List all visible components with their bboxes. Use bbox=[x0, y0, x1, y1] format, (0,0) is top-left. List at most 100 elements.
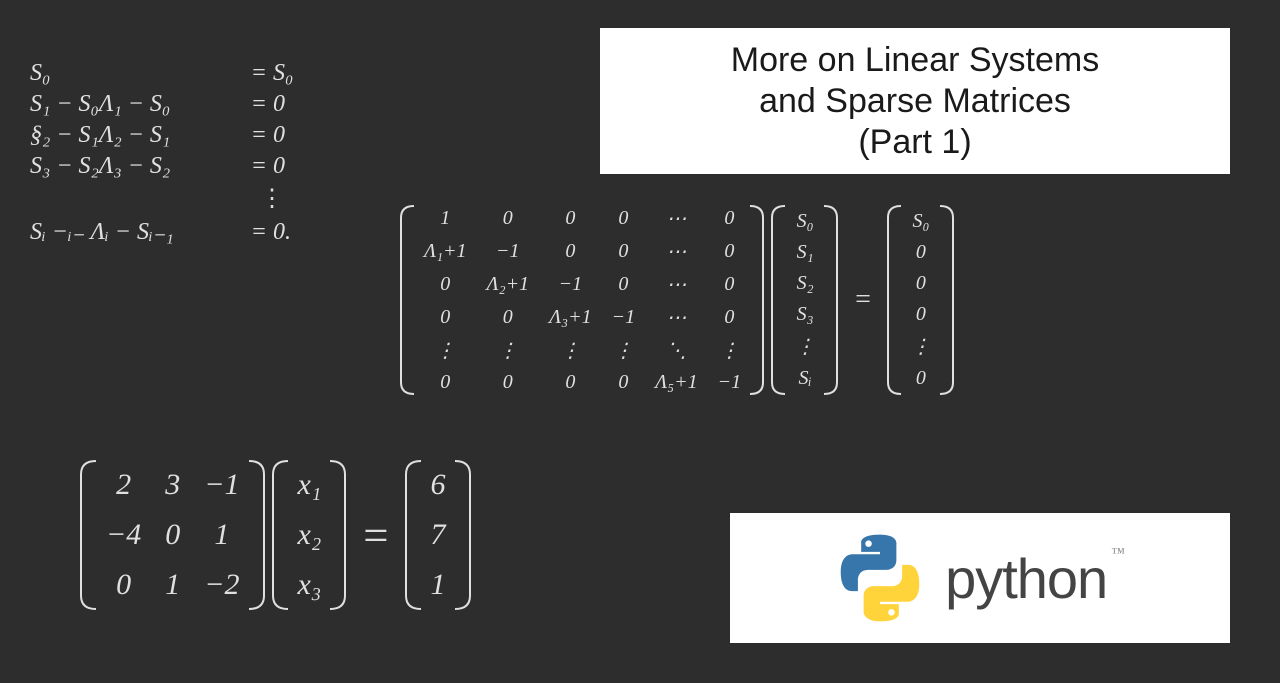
matrix-cell: S₀ bbox=[797, 210, 814, 233]
matrix-cell: x₁ bbox=[298, 468, 322, 502]
matrix: 671 bbox=[405, 460, 472, 610]
matrix-cell: 1 bbox=[431, 568, 446, 602]
matrix-cell: 2 bbox=[116, 468, 131, 502]
title-line-2: and Sparse Matrices bbox=[620, 81, 1210, 122]
equation-rhs: 0. bbox=[273, 219, 291, 246]
equation-row: S₀=S₀ bbox=[30, 60, 293, 87]
equals-sign: = bbox=[245, 122, 273, 149]
title-line-3: (Part 1) bbox=[620, 122, 1210, 163]
matrix-cell: −1 bbox=[496, 240, 520, 263]
matrix-cell: 0 bbox=[440, 306, 450, 329]
equation-lhs: S₀ bbox=[30, 60, 245, 87]
matrix-cell: 0 bbox=[440, 371, 450, 394]
matrix-cell: 0 bbox=[916, 241, 926, 264]
small-matrix-equation: 23−1−40101−2x₁x₂x₃=671 bbox=[80, 460, 472, 610]
matrix-cell: −1 bbox=[612, 306, 636, 329]
matrix-cell: −2 bbox=[204, 568, 239, 602]
matrix-body: S₀S₁S₂S₃⋮Sᵢ bbox=[787, 204, 823, 396]
matrix-cell: 1 bbox=[214, 518, 229, 552]
equation-rhs: 0 bbox=[273, 91, 285, 118]
matrix-cell: 0 bbox=[618, 207, 628, 230]
right-paren bbox=[329, 460, 347, 610]
matrix-cell: 7 bbox=[431, 518, 446, 552]
matrix-cell: ⋮ bbox=[560, 338, 580, 363]
python-logo-icon bbox=[835, 533, 925, 623]
matrix-cell: 0 bbox=[916, 272, 926, 295]
matrix-cell: Λ₅+1 bbox=[655, 371, 698, 394]
matrix-cell: S₀ bbox=[912, 210, 929, 233]
python-text: python bbox=[945, 547, 1107, 610]
equation-lhs: S₁ − S₀Λ₁ − S₀ bbox=[30, 91, 245, 118]
right-paren bbox=[939, 204, 955, 396]
left-paren bbox=[887, 204, 903, 396]
matrix: 23−1−40101−2 bbox=[80, 460, 266, 610]
matrix-cell: ⋮ bbox=[795, 334, 815, 359]
matrix-cell: ⋮ bbox=[911, 334, 931, 359]
equation-rhs: 0 bbox=[273, 153, 285, 180]
matrix-cell: 0 bbox=[724, 273, 734, 296]
equals-sign: = bbox=[245, 219, 273, 246]
matrix: x₁x₂x₃ bbox=[272, 460, 348, 610]
matrix-cell: 3 bbox=[165, 468, 180, 502]
python-label: python™ bbox=[945, 546, 1125, 611]
equation-row: S₃ − S₂Λ₃ − S₂=0 bbox=[30, 153, 293, 180]
matrix-body: 1000⋯0Λ₁+1−100⋯00Λ₂+1−10⋯000Λ₃+1−1⋯0⋮⋮⋮⋮… bbox=[416, 200, 749, 400]
matrix-cell: 0 bbox=[724, 207, 734, 230]
matrix-cell: 0 bbox=[565, 240, 575, 263]
equals-sign: = bbox=[245, 153, 273, 180]
matrix-body: S₀000⋮0 bbox=[903, 204, 939, 396]
left-paren bbox=[405, 460, 423, 610]
matrix: 1000⋯0Λ₁+1−100⋯00Λ₂+1−10⋯000Λ₃+1−1⋯0⋮⋮⋮⋮… bbox=[400, 200, 765, 400]
matrix-cell: ⋯ bbox=[666, 239, 686, 264]
left-paren bbox=[272, 460, 290, 610]
matrix-cell: 0 bbox=[116, 568, 131, 602]
matrix-cell: −1 bbox=[559, 273, 583, 296]
matrix-cell: Sᵢ bbox=[799, 367, 812, 390]
equation-lhs: S₃ − S₂Λ₃ − S₂ bbox=[30, 153, 245, 180]
matrix-cell: 0 bbox=[440, 273, 450, 296]
matrix-cell: 0 bbox=[565, 371, 575, 394]
matrix-cell: x₂ bbox=[298, 518, 322, 552]
matrix-cell: 0 bbox=[165, 518, 180, 552]
matrix-cell: 0 bbox=[618, 273, 628, 296]
matrix-cell: S₂ bbox=[797, 272, 814, 295]
matrix-cell: S₃ bbox=[797, 303, 814, 326]
equals-sign: = bbox=[353, 509, 398, 561]
left-paren bbox=[771, 204, 787, 396]
matrix-body: 671 bbox=[423, 460, 454, 610]
equals-sign: = bbox=[245, 60, 273, 87]
title-line-1: More on Linear Systems bbox=[620, 40, 1210, 81]
matrix-cell: ⋯ bbox=[666, 206, 686, 231]
matrix-cell: ⋮ bbox=[435, 338, 455, 363]
matrix-cell: 0 bbox=[618, 371, 628, 394]
matrix-cell: 1 bbox=[165, 568, 180, 602]
equals-sign: = bbox=[245, 91, 273, 118]
matrix-cell: 0 bbox=[916, 303, 926, 326]
matrix-cell: ⋮ bbox=[498, 338, 518, 363]
matrix-cell: 0 bbox=[503, 306, 513, 329]
matrix-cell: Λ₂+1 bbox=[487, 273, 530, 296]
equation-list: S₀=S₀S₁ − S₀Λ₁ − S₀=0§₂ − S₁Λ₂ − S₁=0S₃ … bbox=[30, 60, 293, 250]
sparse-matrix-equation: 1000⋯0Λ₁+1−100⋯00Λ₂+1−10⋯000Λ₃+1−1⋯0⋮⋮⋮⋮… bbox=[400, 200, 955, 400]
title-box: More on Linear Systems and Sparse Matric… bbox=[600, 28, 1230, 174]
right-paren bbox=[823, 204, 839, 396]
right-paren bbox=[248, 460, 266, 610]
equation-vdots: ⋮ bbox=[30, 184, 293, 213]
left-paren bbox=[80, 460, 98, 610]
matrix-cell: Λ₁+1 bbox=[424, 240, 467, 263]
matrix: S₀S₁S₂S₃⋮Sᵢ bbox=[771, 204, 839, 396]
matrix-cell: ⋮ bbox=[613, 338, 633, 363]
python-logo-box: python™ bbox=[730, 513, 1230, 643]
matrix-body: x₁x₂x₃ bbox=[290, 460, 330, 610]
equation-lhs: §₂ − S₁Λ₂ − S₁ bbox=[30, 122, 245, 149]
matrix-cell: −4 bbox=[106, 518, 141, 552]
matrix-cell: 0 bbox=[618, 240, 628, 263]
equation-row: S₁ − S₀Λ₁ − S₀=0 bbox=[30, 91, 293, 118]
matrix: S₀000⋮0 bbox=[887, 204, 955, 396]
equation-rhs: S₀ bbox=[273, 60, 293, 87]
right-paren bbox=[749, 200, 765, 400]
equation-lhs: Sᵢ −ᵢ₋ Λᵢ − Sᵢ₋₁ bbox=[30, 217, 245, 246]
matrix-cell: 1 bbox=[440, 207, 450, 230]
equation-row: Sᵢ −ᵢ₋ Λᵢ − Sᵢ₋₁=0. bbox=[30, 217, 293, 246]
matrix-cell: ⋯ bbox=[666, 272, 686, 297]
